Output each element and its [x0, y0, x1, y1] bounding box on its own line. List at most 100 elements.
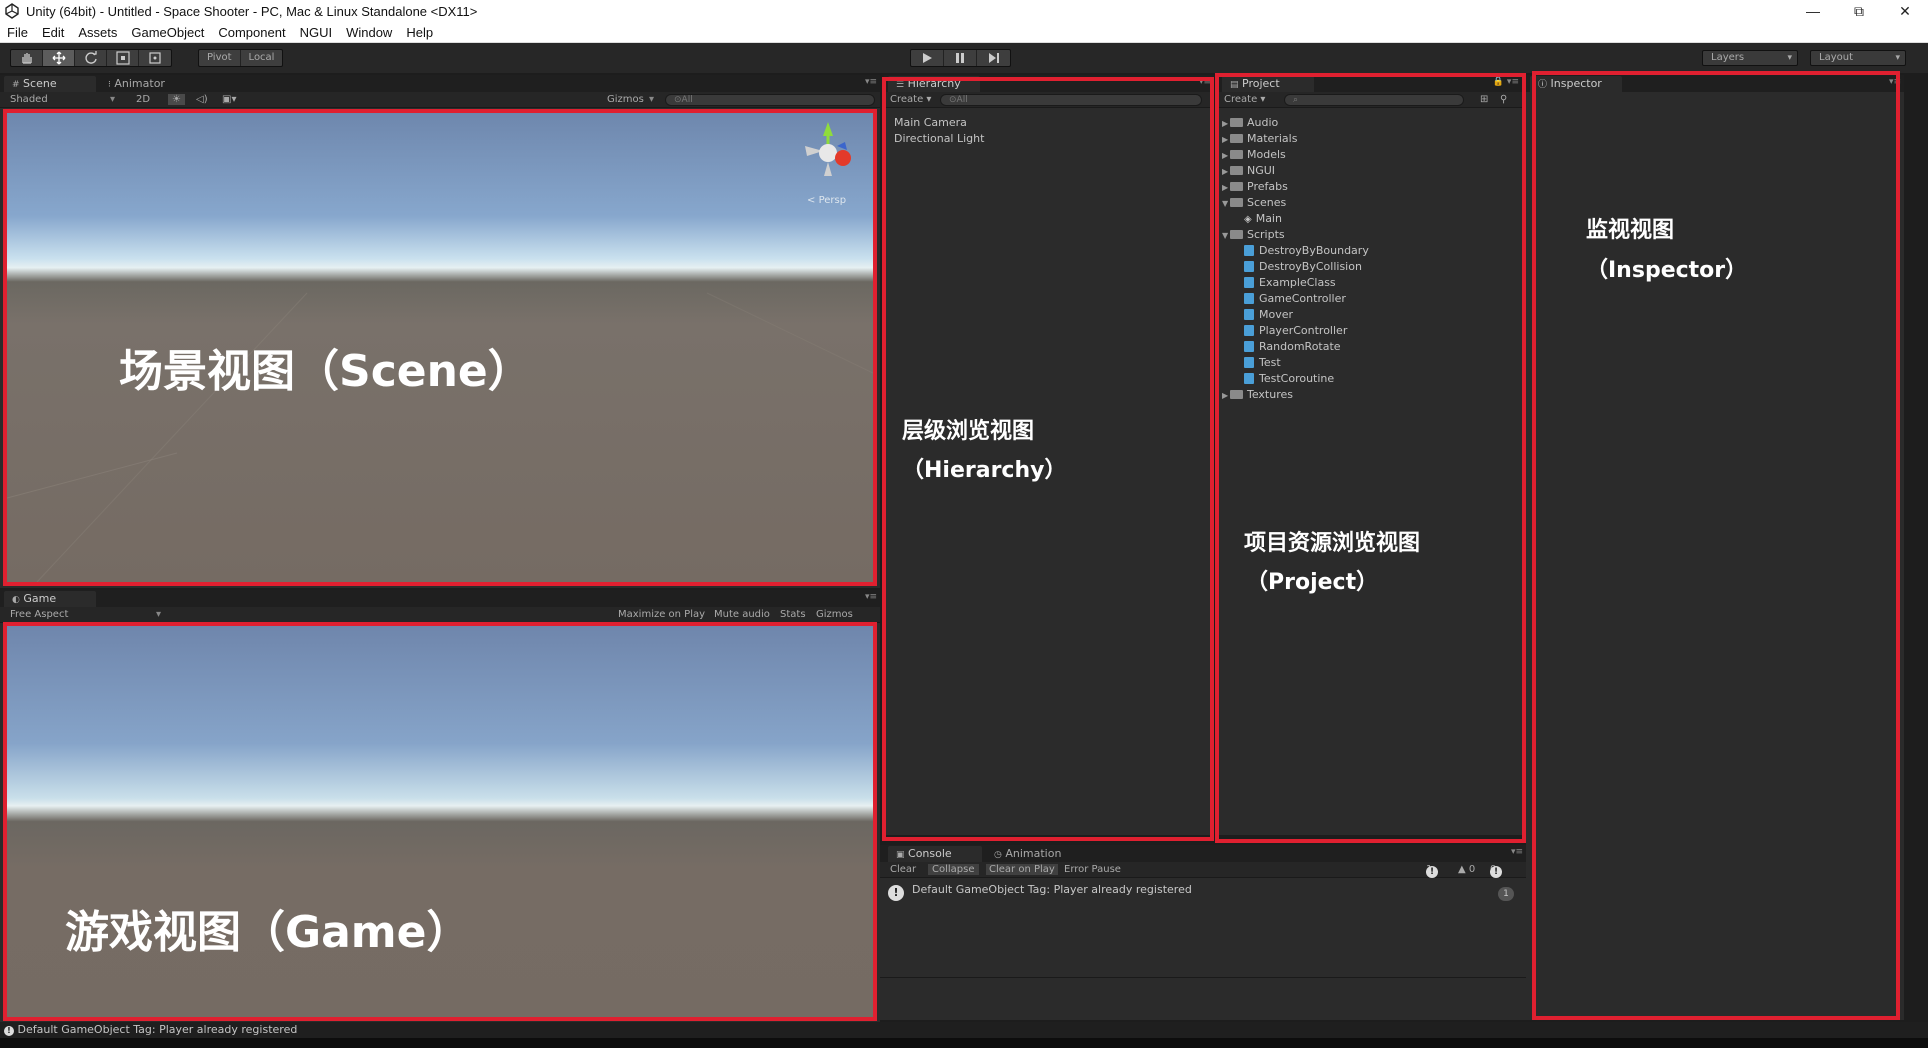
project-folder-item[interactable]: ▶ Prefabs — [1222, 179, 1288, 194]
menu-help[interactable]: Help — [399, 25, 440, 40]
project-asset-item[interactable]: ◈ Main — [1244, 211, 1282, 226]
collapsed-arrow-icon[interactable]: ▶ — [1222, 180, 1230, 195]
error-pause-button[interactable]: Error Pause — [1064, 864, 1121, 875]
hierarchy-search-input[interactable]: ⊙All — [940, 94, 1202, 106]
tab-hierarchy[interactable]: ☰ Hierarchy — [888, 76, 980, 92]
hierarchy-item-directional-light[interactable]: Directional Light — [894, 131, 984, 146]
filter-by-label-icon[interactable]: ⚲ — [1500, 94, 1507, 105]
project-folder-item[interactable]: ▶ Textures — [1222, 387, 1293, 402]
project-asset-item[interactable]: TestCoroutine — [1244, 371, 1334, 386]
project-folder-item[interactable]: ▶ NGUI — [1222, 163, 1275, 178]
menu-file[interactable]: File — [0, 25, 35, 40]
console-menu-icon[interactable]: ▾≡ — [1511, 847, 1523, 857]
panel-menu-icon[interactable]: ▾≡ — [865, 77, 877, 87]
hand-tool-icon[interactable] — [11, 50, 43, 66]
scale-tool-icon[interactable] — [107, 50, 139, 66]
stats-toggle[interactable]: Stats — [780, 609, 806, 620]
tab-animator[interactable]: ⁝ Animator — [100, 76, 190, 92]
warning-count-toggle[interactable]: ▲ 0 — [1458, 864, 1475, 875]
close-button[interactable]: ✕ — [1882, 0, 1928, 22]
pause-icon[interactable] — [944, 50, 977, 66]
project-asset-item[interactable]: PlayerController — [1244, 323, 1347, 338]
menu-gameobject[interactable]: GameObject — [124, 25, 211, 40]
error-count-toggle[interactable]: ! 1 — [1426, 864, 1438, 878]
restore-button[interactable]: ⧉ — [1836, 0, 1882, 22]
rect-tool-icon[interactable] — [139, 50, 171, 66]
clear-button[interactable]: Clear — [890, 864, 916, 875]
move-tool-icon[interactable] — [43, 50, 75, 66]
menu-component[interactable]: Component — [211, 25, 292, 40]
menu-ngui[interactable]: NGUI — [293, 25, 340, 40]
layout-dropdown[interactable]: Layout — [1810, 50, 1906, 66]
aspect-dropdown[interactable]: Free Aspect — [10, 609, 68, 620]
minimize-button[interactable]: — — [1790, 0, 1836, 22]
effects-toggle-icon[interactable]: ▣▾ — [222, 94, 236, 105]
tab-animation[interactable]: ◷ Animation — [986, 846, 1086, 862]
menu-window[interactable]: Window — [339, 25, 399, 40]
collapse-button[interactable]: Collapse — [928, 864, 979, 875]
tab-game[interactable]: ◐ Game — [4, 591, 96, 607]
expanded-arrow-icon[interactable]: ▼ — [1222, 228, 1230, 243]
layers-dropdown[interactable]: Layers — [1702, 50, 1798, 66]
project-menu-icon[interactable]: 🔒 ▾≡ — [1493, 77, 1519, 87]
tab-console[interactable]: ▣ Console — [888, 846, 982, 862]
project-folder-item[interactable]: ▶ Audio — [1222, 115, 1278, 130]
project-asset-item[interactable]: GameController — [1244, 291, 1346, 306]
inspector-menu-icon[interactable]: ▾≡ — [1889, 77, 1901, 87]
project-folder-item[interactable]: ▶ Materials — [1222, 131, 1297, 146]
step-icon[interactable] — [977, 50, 1010, 66]
menu-edit[interactable]: Edit — [35, 25, 71, 40]
project-asset-item[interactable]: ExampleClass — [1244, 275, 1336, 290]
scene-search-input[interactable]: ⊙All — [665, 94, 875, 106]
tab-inspector[interactable]: ⓘ Inspector — [1530, 76, 1622, 92]
game-viewport[interactable]: 游戏视图（Game） — [7, 626, 873, 1017]
audio-toggle-icon[interactable]: ◁) — [196, 94, 208, 105]
project-folder-item[interactable]: ▼ Scripts — [1222, 227, 1285, 242]
project-asset-item[interactable]: Test — [1244, 355, 1281, 370]
game-gizmos-dropdown[interactable]: Gizmos — [816, 609, 853, 620]
project-asset-item[interactable]: Mover — [1244, 307, 1293, 322]
project-asset-item[interactable]: DestroyByCollision — [1244, 259, 1362, 274]
play-icon[interactable] — [911, 50, 944, 66]
mute-audio-toggle[interactable]: Mute audio — [714, 609, 770, 620]
collapsed-arrow-icon[interactable]: ▶ — [1222, 132, 1230, 147]
rotate-tool-icon[interactable] — [75, 50, 107, 66]
project-folder-item[interactable]: ▶ Models — [1222, 147, 1286, 162]
project-create-button[interactable]: Create ▾ — [1224, 94, 1265, 105]
collapsed-arrow-icon[interactable]: ▶ — [1222, 164, 1230, 179]
status-message[interactable]: Default GameObject Tag: Player already r… — [18, 1023, 298, 1036]
shading-dropdown[interactable]: Shaded — [10, 94, 48, 105]
lighting-toggle-icon[interactable]: ☀ — [168, 94, 185, 105]
collapsed-arrow-icon[interactable]: ▶ — [1222, 116, 1230, 131]
menu-assets[interactable]: Assets — [71, 25, 124, 40]
menu-bar: File Edit Assets GameObject Component NG… — [0, 22, 1928, 43]
game-panel-menu-icon[interactable]: ▾≡ — [865, 592, 877, 602]
persp-label[interactable]: < Persp — [807, 195, 846, 206]
gizmos-dropdown[interactable]: Gizmos — [607, 94, 644, 105]
console-log-row[interactable]: ! Default GameObject Tag: Player already… — [886, 883, 1520, 903]
scene-viewport[interactable]: < Persp 场景视图（Scene） — [7, 113, 873, 582]
mode-2d-button[interactable]: 2D — [136, 94, 150, 105]
project-asset-item[interactable]: DestroyByBoundary — [1244, 243, 1369, 258]
pivot-button[interactable]: Pivot — [199, 50, 241, 66]
collapsed-arrow-icon[interactable]: ▶ — [1222, 148, 1230, 163]
maximize-on-play-toggle[interactable]: Maximize on Play — [618, 609, 705, 620]
clear-on-play-button[interactable]: Clear on Play — [986, 864, 1058, 875]
project-folder-item[interactable]: ▼ Scenes — [1222, 195, 1286, 210]
os-taskbar — [0, 1038, 1928, 1048]
project-search-input[interactable]: ⌕ — [1284, 94, 1464, 106]
hierarchy-item-main-camera[interactable]: Main Camera — [894, 115, 967, 130]
project-item-label: Main — [1255, 212, 1282, 225]
local-button[interactable]: Local — [241, 50, 283, 66]
collapsed-arrow-icon[interactable]: ▶ — [1222, 388, 1230, 403]
filter-by-type-icon[interactable]: ⊞ — [1480, 94, 1488, 105]
log-count-toggle[interactable]: ! 0 — [1490, 864, 1502, 878]
project-asset-item[interactable]: RandomRotate — [1244, 339, 1341, 354]
hierarchy-menu-icon[interactable]: ▾≡ — [1199, 77, 1211, 87]
tab-scene[interactable]: # Scene — [4, 76, 96, 92]
hierarchy-search-placeholder: All — [956, 95, 968, 105]
hierarchy-create-button[interactable]: Create ▾ — [890, 94, 931, 105]
expanded-arrow-icon[interactable]: ▼ — [1222, 196, 1230, 211]
tab-project[interactable]: ▤ Project — [1222, 76, 1314, 92]
scene-orientation-gizmo-icon[interactable] — [793, 118, 863, 190]
